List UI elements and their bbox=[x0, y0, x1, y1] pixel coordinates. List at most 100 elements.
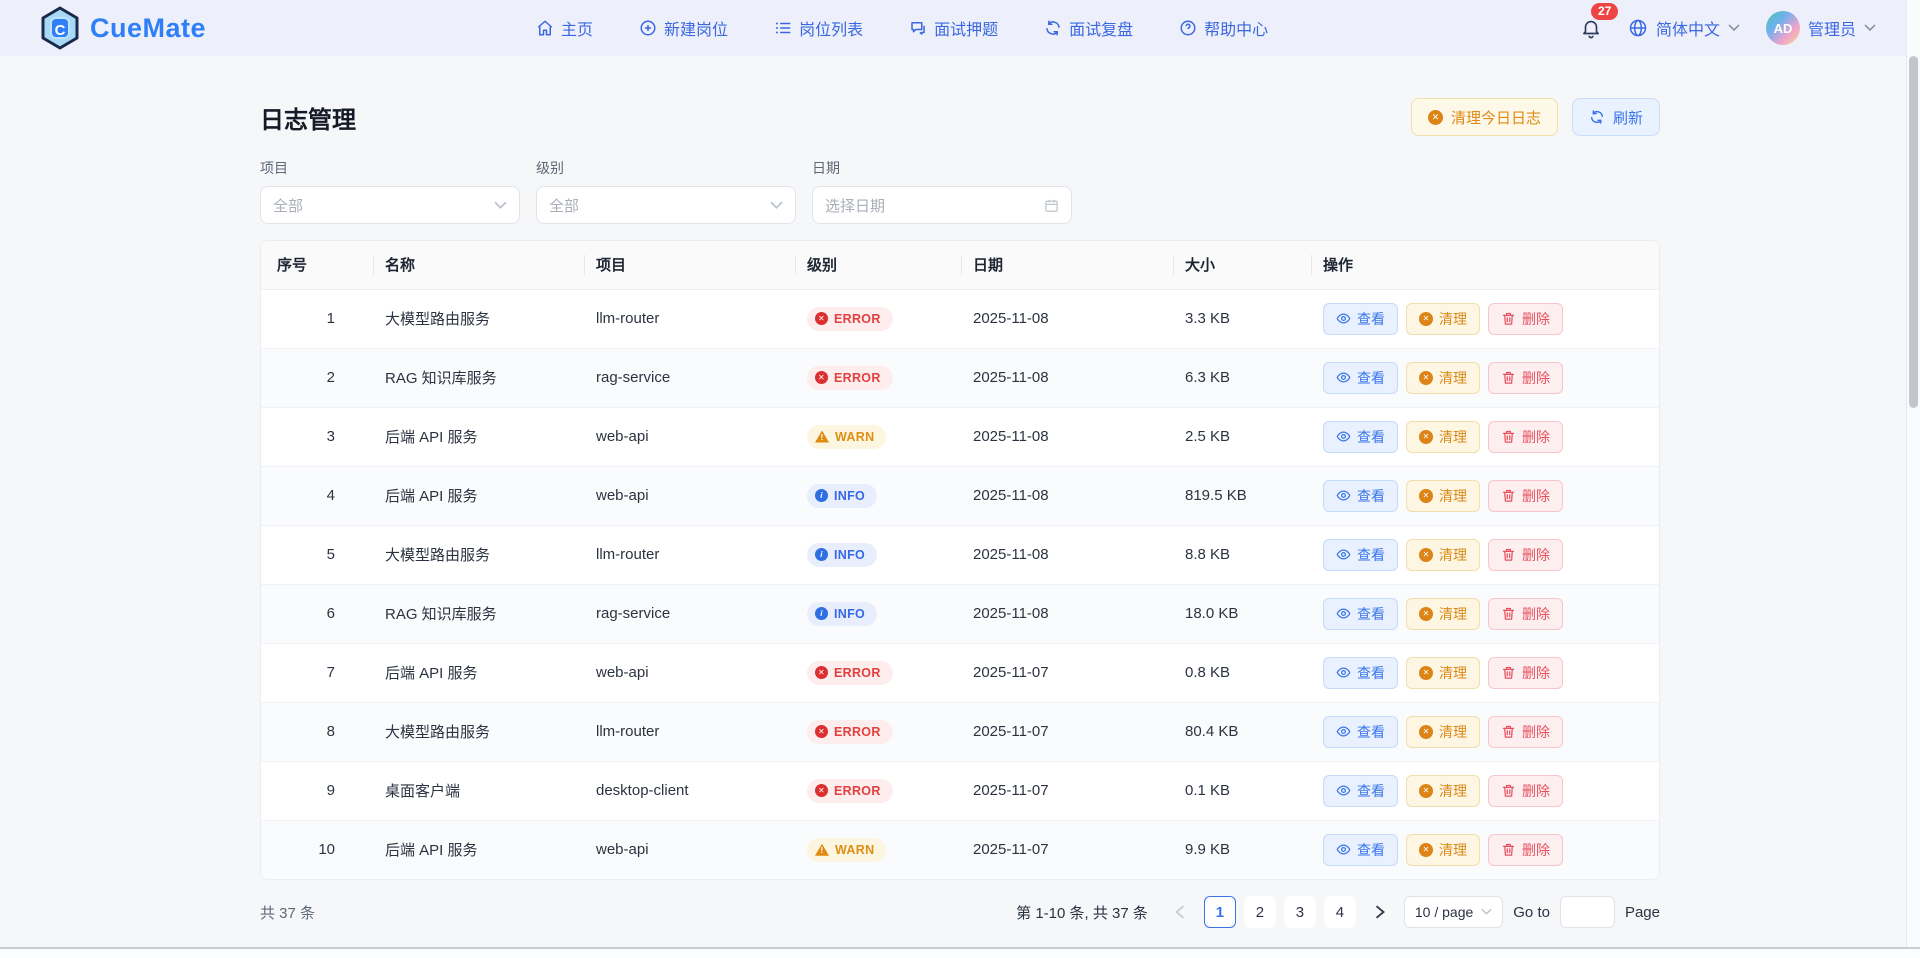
delete-button[interactable]: 删除 bbox=[1488, 480, 1563, 512]
clean-button[interactable]: ✕ 清理 bbox=[1406, 421, 1480, 453]
clean-button[interactable]: ✕ 清理 bbox=[1406, 716, 1480, 748]
nav-item-interview-questions[interactable]: 面试押题 bbox=[909, 16, 998, 40]
delete-button[interactable]: 删除 bbox=[1488, 834, 1563, 866]
page-button-1[interactable]: 1 bbox=[1204, 896, 1236, 928]
row-index: 5 bbox=[261, 525, 385, 584]
level-badge: ✕ ERROR bbox=[807, 720, 893, 744]
delete-label: 删除 bbox=[1522, 545, 1550, 565]
delete-button[interactable]: 删除 bbox=[1488, 539, 1563, 571]
nav-item-help-center[interactable]: 帮助中心 bbox=[1179, 16, 1268, 40]
view-button[interactable]: 查看 bbox=[1323, 539, 1398, 571]
user-menu[interactable]: AD 管理员 bbox=[1766, 11, 1876, 45]
view-button[interactable]: 查看 bbox=[1323, 775, 1398, 807]
table-row: 7 后端 API 服务 web-api ✕ ERROR 2025-11-07 0… bbox=[261, 643, 1659, 702]
nav-label-new-position: 新建岗位 bbox=[664, 16, 728, 40]
delete-button[interactable]: 删除 bbox=[1488, 598, 1563, 630]
circle-close-icon: ✕ bbox=[1419, 548, 1433, 562]
column-header-name: 名称 bbox=[385, 241, 596, 289]
table-row: 2 RAG 知识库服务 rag-service ✕ ERROR 2025-11-… bbox=[261, 348, 1659, 407]
level-icon: i bbox=[815, 548, 828, 561]
brand-logo[interactable]: C CueMate bbox=[40, 6, 206, 50]
view-label: 查看 bbox=[1357, 368, 1385, 388]
page-size-select[interactable]: 10 / page bbox=[1404, 896, 1503, 928]
trash-icon bbox=[1501, 724, 1516, 739]
level-filter-select[interactable]: 全部 bbox=[536, 186, 796, 224]
level-filter-label: 级别 bbox=[536, 158, 796, 178]
clear-today-logs-button[interactable]: ✕ 清理今日日志 bbox=[1411, 98, 1558, 136]
row-project: rag-service bbox=[596, 584, 807, 643]
row-name: 后端 API 服务 bbox=[385, 466, 596, 525]
clean-button[interactable]: ✕ 清理 bbox=[1406, 775, 1480, 807]
view-button[interactable]: 查看 bbox=[1323, 421, 1398, 453]
clean-button[interactable]: ✕ 清理 bbox=[1406, 362, 1480, 394]
row-name: 大模型路由服务 bbox=[385, 289, 596, 348]
clean-label: 清理 bbox=[1439, 604, 1467, 624]
page-button-2[interactable]: 2 bbox=[1244, 896, 1276, 928]
clean-button[interactable]: ✕ 清理 bbox=[1406, 834, 1480, 866]
delete-button[interactable]: 删除 bbox=[1488, 303, 1563, 335]
page-button-4[interactable]: 4 bbox=[1324, 896, 1356, 928]
date-filter-label: 日期 bbox=[812, 158, 1072, 178]
clean-label: 清理 bbox=[1439, 840, 1467, 860]
prev-page-button[interactable] bbox=[1166, 896, 1194, 928]
clean-button[interactable]: ✕ 清理 bbox=[1406, 539, 1480, 571]
level-label: ERROR bbox=[834, 725, 881, 739]
view-button[interactable]: 查看 bbox=[1323, 598, 1398, 630]
delete-button[interactable]: 删除 bbox=[1488, 657, 1563, 689]
clean-label: 清理 bbox=[1439, 486, 1467, 506]
date-picker-input[interactable]: 选择日期 bbox=[812, 186, 1072, 224]
nav-item-position-list[interactable]: 岗位列表 bbox=[774, 16, 863, 40]
clean-button[interactable]: ✕ 清理 bbox=[1406, 657, 1480, 689]
view-button[interactable]: 查看 bbox=[1323, 362, 1398, 394]
goto-page-input[interactable] bbox=[1560, 896, 1615, 928]
delete-button[interactable]: 删除 bbox=[1488, 362, 1563, 394]
log-table-card: 序号 名称 项目 级别 日期 大小 操作 1 大模型路由服务 llm-route… bbox=[260, 240, 1660, 880]
level-badge: ! WARN bbox=[807, 425, 886, 449]
view-button[interactable]: 查看 bbox=[1323, 834, 1398, 866]
row-name: RAG 知识库服务 bbox=[385, 584, 596, 643]
delete-button[interactable]: 删除 bbox=[1488, 716, 1563, 748]
language-switcher[interactable]: 简体中文 bbox=[1628, 16, 1740, 40]
view-button[interactable]: 查看 bbox=[1323, 303, 1398, 335]
eye-icon bbox=[1336, 311, 1351, 326]
refresh-button[interactable]: 刷新 bbox=[1572, 98, 1660, 136]
row-size: 9.9 KB bbox=[1185, 820, 1323, 879]
row-date: 2025-11-07 bbox=[973, 761, 1185, 820]
scrollbar-thumb[interactable] bbox=[1909, 56, 1918, 408]
chevron-left-icon bbox=[1175, 905, 1185, 919]
eye-icon bbox=[1336, 724, 1351, 739]
trash-icon bbox=[1501, 547, 1516, 562]
nav-item-new-position[interactable]: 新建岗位 bbox=[639, 16, 728, 40]
trash-icon bbox=[1501, 665, 1516, 680]
clean-button[interactable]: ✕ 清理 bbox=[1406, 303, 1480, 335]
view-button[interactable]: 查看 bbox=[1323, 480, 1398, 512]
delete-button[interactable]: 删除 bbox=[1488, 421, 1563, 453]
pagination-bar: 共 37 条 第 1-10 条, 共 37 条 1234 10 / page bbox=[260, 896, 1660, 928]
row-index: 10 bbox=[261, 820, 385, 879]
notification-bell-button[interactable]: 27 bbox=[1580, 13, 1602, 44]
row-size: 18.0 KB bbox=[1185, 584, 1323, 643]
eye-icon bbox=[1336, 783, 1351, 798]
clean-button[interactable]: ✕ 清理 bbox=[1406, 598, 1480, 630]
circle-close-icon: ✕ bbox=[1419, 430, 1433, 444]
level-icon: ✕ bbox=[815, 784, 828, 797]
row-project: web-api bbox=[596, 820, 807, 879]
next-page-button[interactable] bbox=[1366, 896, 1394, 928]
table-row: 6 RAG 知识库服务 rag-service i INFO 2025-11-0… bbox=[261, 584, 1659, 643]
delete-button[interactable]: 删除 bbox=[1488, 775, 1563, 807]
row-name: 桌面客户端 bbox=[385, 761, 596, 820]
clean-button[interactable]: ✕ 清理 bbox=[1406, 480, 1480, 512]
trash-icon bbox=[1501, 311, 1516, 326]
page-title: 日志管理 bbox=[260, 100, 356, 135]
page-button-3[interactable]: 3 bbox=[1284, 896, 1316, 928]
chevron-down-icon bbox=[1481, 908, 1492, 916]
view-button[interactable]: 查看 bbox=[1323, 716, 1398, 748]
project-filter-select[interactable]: 全部 bbox=[260, 186, 520, 224]
row-date: 2025-11-07 bbox=[973, 643, 1185, 702]
nav-item-interview-review[interactable]: 面试复盘 bbox=[1044, 16, 1133, 40]
nav-item-home[interactable]: 主页 bbox=[536, 16, 593, 40]
nav-label-interview-questions: 面试押题 bbox=[934, 16, 998, 40]
view-button[interactable]: 查看 bbox=[1323, 657, 1398, 689]
circle-close-icon: ✕ bbox=[1419, 843, 1433, 857]
row-date: 2025-11-08 bbox=[973, 466, 1185, 525]
